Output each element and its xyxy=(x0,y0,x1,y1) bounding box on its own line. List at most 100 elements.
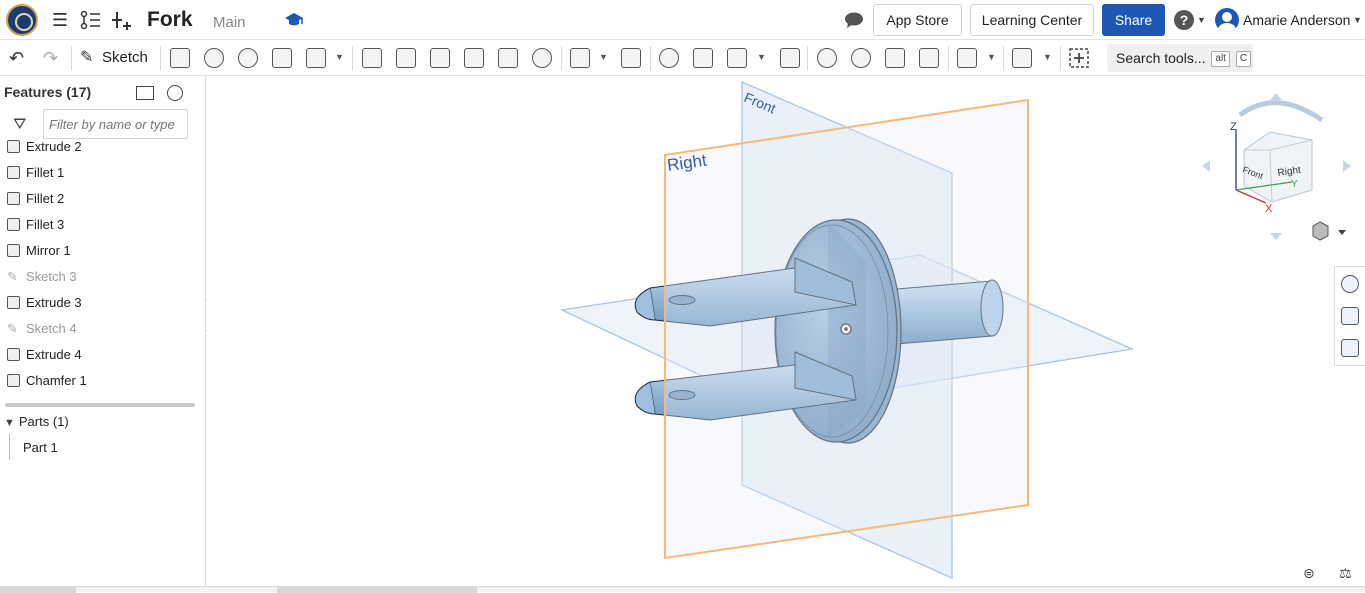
feature-item-fillet-1[interactable]: Fillet 1 xyxy=(0,160,200,186)
filter-icon[interactable]: ⛛ xyxy=(13,116,26,134)
share-button[interactable]: Share xyxy=(1102,4,1165,36)
scale-icon[interactable]: ⚖ xyxy=(1339,565,1352,582)
right-plane[interactable] xyxy=(664,98,1029,560)
transform-icon[interactable] xyxy=(727,48,747,68)
plane-caret-icon[interactable]: ▼ xyxy=(987,52,996,62)
graduation-cap-icon[interactable] xyxy=(284,11,304,29)
display-mode-icon[interactable] xyxy=(1312,221,1346,241)
plane-icon[interactable] xyxy=(957,48,977,68)
rib-icon[interactable] xyxy=(464,48,484,68)
delete-part-icon[interactable] xyxy=(780,48,800,68)
feature-item-fillet-3[interactable]: Fillet 3 xyxy=(0,212,200,238)
user-caret-icon[interactable]: ▼ xyxy=(1353,15,1362,25)
extrude-feature-icon xyxy=(7,348,20,361)
bottom-tab-bar xyxy=(0,586,1365,593)
tab[interactable] xyxy=(0,587,76,593)
sweep-icon[interactable] xyxy=(238,48,258,68)
move-face-icon[interactable] xyxy=(885,48,905,68)
thicken-caret-icon[interactable]: ▼ xyxy=(335,52,344,62)
feature-item-mirror-1[interactable]: Mirror 1 xyxy=(0,238,200,264)
document-title[interactable]: Fork xyxy=(147,8,193,32)
toolbar-divider xyxy=(1003,46,1004,70)
chamfer-feature-icon xyxy=(7,374,20,387)
axis-x-label: X xyxy=(1265,203,1273,215)
appearance-icon[interactable] xyxy=(1341,275,1359,293)
user-avatar[interactable] xyxy=(1215,8,1239,32)
fillet-feature-icon xyxy=(7,166,20,179)
help-icon[interactable]: ? xyxy=(1174,10,1194,30)
graphics-viewport[interactable]: Right Front Front Right Z X Y xyxy=(207,77,1365,586)
redo-icon[interactable]: ↷ xyxy=(43,48,58,69)
model-canvas[interactable]: Right Front Front Right Z X Y xyxy=(207,77,1365,586)
search-tools-input[interactable]: Search tools... alt C xyxy=(1107,44,1253,72)
feature-toolbar: ↶ ↷ ✎ Sketch ▼ ▼ ▼ ▼ ▼ Search tools... a… xyxy=(0,40,1365,76)
modify-fillet-icon[interactable] xyxy=(817,48,837,68)
pattern-icon[interactable] xyxy=(570,48,590,68)
replace-face-icon[interactable] xyxy=(919,48,939,68)
toolbar-divider xyxy=(71,46,72,70)
mirror-icon[interactable] xyxy=(621,48,641,68)
extrude-icon[interactable] xyxy=(170,48,190,68)
feature-list-scrollbar[interactable] xyxy=(5,403,195,407)
thicken-icon[interactable] xyxy=(306,48,326,68)
extrude-feature-icon xyxy=(7,140,20,153)
extrude-feature-icon xyxy=(7,296,20,309)
chamfer-icon[interactable] xyxy=(396,48,416,68)
feature-item-sketch-4[interactable]: ✎ Sketch 4 xyxy=(0,316,200,342)
draft-icon[interactable] xyxy=(430,48,450,68)
branch-name[interactable]: Main xyxy=(213,14,246,31)
menu-icon[interactable]: ☰ xyxy=(49,10,71,30)
parts-section-header[interactable]: ▼ Parts (1) xyxy=(4,412,69,433)
toolbar-divider xyxy=(1060,46,1061,70)
measure-tape-icon[interactable]: ⊜ xyxy=(1303,565,1315,582)
mass-properties-icon[interactable] xyxy=(1341,307,1359,325)
app-store-button[interactable]: App Store xyxy=(873,4,962,36)
axis-y-label: Y xyxy=(1291,179,1298,190)
transform-caret-icon[interactable]: ▼ xyxy=(757,52,766,62)
tab[interactable] xyxy=(277,587,477,593)
features-title: Features (17) xyxy=(4,84,92,100)
add-folder-icon[interactable] xyxy=(136,86,154,100)
boolean-icon[interactable] xyxy=(659,48,679,68)
undo-icon[interactable]: ↶ xyxy=(9,48,24,69)
variable-caret-icon[interactable]: ▼ xyxy=(1043,52,1052,62)
pencil-icon: ✎ xyxy=(80,49,94,66)
feature-tree-icon[interactable] xyxy=(80,10,102,30)
toolbar-divider xyxy=(352,46,353,70)
mirror-feature-icon xyxy=(7,244,20,257)
feature-item-extrude-4[interactable]: Extrude 4 xyxy=(0,342,200,368)
insert-icon[interactable] xyxy=(111,10,133,30)
help-caret-icon[interactable]: ▼ xyxy=(1197,15,1206,25)
fillet-icon[interactable] xyxy=(362,48,382,68)
comments-icon[interactable] xyxy=(844,11,864,29)
toolbar-divider xyxy=(561,46,562,70)
shell-icon[interactable] xyxy=(498,48,518,68)
sketch-feature-icon: ✎ xyxy=(7,321,18,336)
toolbar-divider xyxy=(807,46,808,70)
part-item[interactable]: Part 1 xyxy=(23,438,58,458)
hole-icon[interactable] xyxy=(532,48,552,68)
configurations-icon[interactable] xyxy=(1341,339,1359,357)
sketch-label: Sketch xyxy=(102,49,148,66)
variable-icon[interactable] xyxy=(1012,48,1032,68)
tree-connector xyxy=(9,434,10,460)
sketch-button[interactable]: ✎ Sketch xyxy=(78,46,148,70)
rebuild-timer-icon[interactable] xyxy=(167,85,183,101)
feature-item-fillet-2[interactable]: Fillet 2 xyxy=(0,186,200,212)
feature-item-extrude-2[interactable]: Extrude 2 xyxy=(0,134,200,160)
feature-item-sketch-3[interactable]: ✎ Sketch 3 xyxy=(0,264,200,290)
pattern-caret-icon[interactable]: ▼ xyxy=(599,52,608,62)
split-icon[interactable] xyxy=(693,48,713,68)
onshape-logo[interactable] xyxy=(6,4,38,36)
toolbar-divider xyxy=(948,46,949,70)
feature-item-extrude-3[interactable]: Extrude 3 xyxy=(0,290,200,316)
toolbar-divider xyxy=(160,46,161,70)
add-custom-feature-icon[interactable] xyxy=(1068,47,1090,69)
feature-item-chamfer-1[interactable]: Chamfer 1 xyxy=(0,368,200,394)
learning-center-button[interactable]: Learning Center xyxy=(970,4,1094,36)
delete-face-icon[interactable] xyxy=(851,48,871,68)
revolve-icon[interactable] xyxy=(204,48,224,68)
user-name[interactable]: Amarie Anderson xyxy=(1243,12,1350,28)
view-cube[interactable]: Front Right Z X Y xyxy=(1202,93,1351,240)
loft-icon[interactable] xyxy=(272,48,292,68)
